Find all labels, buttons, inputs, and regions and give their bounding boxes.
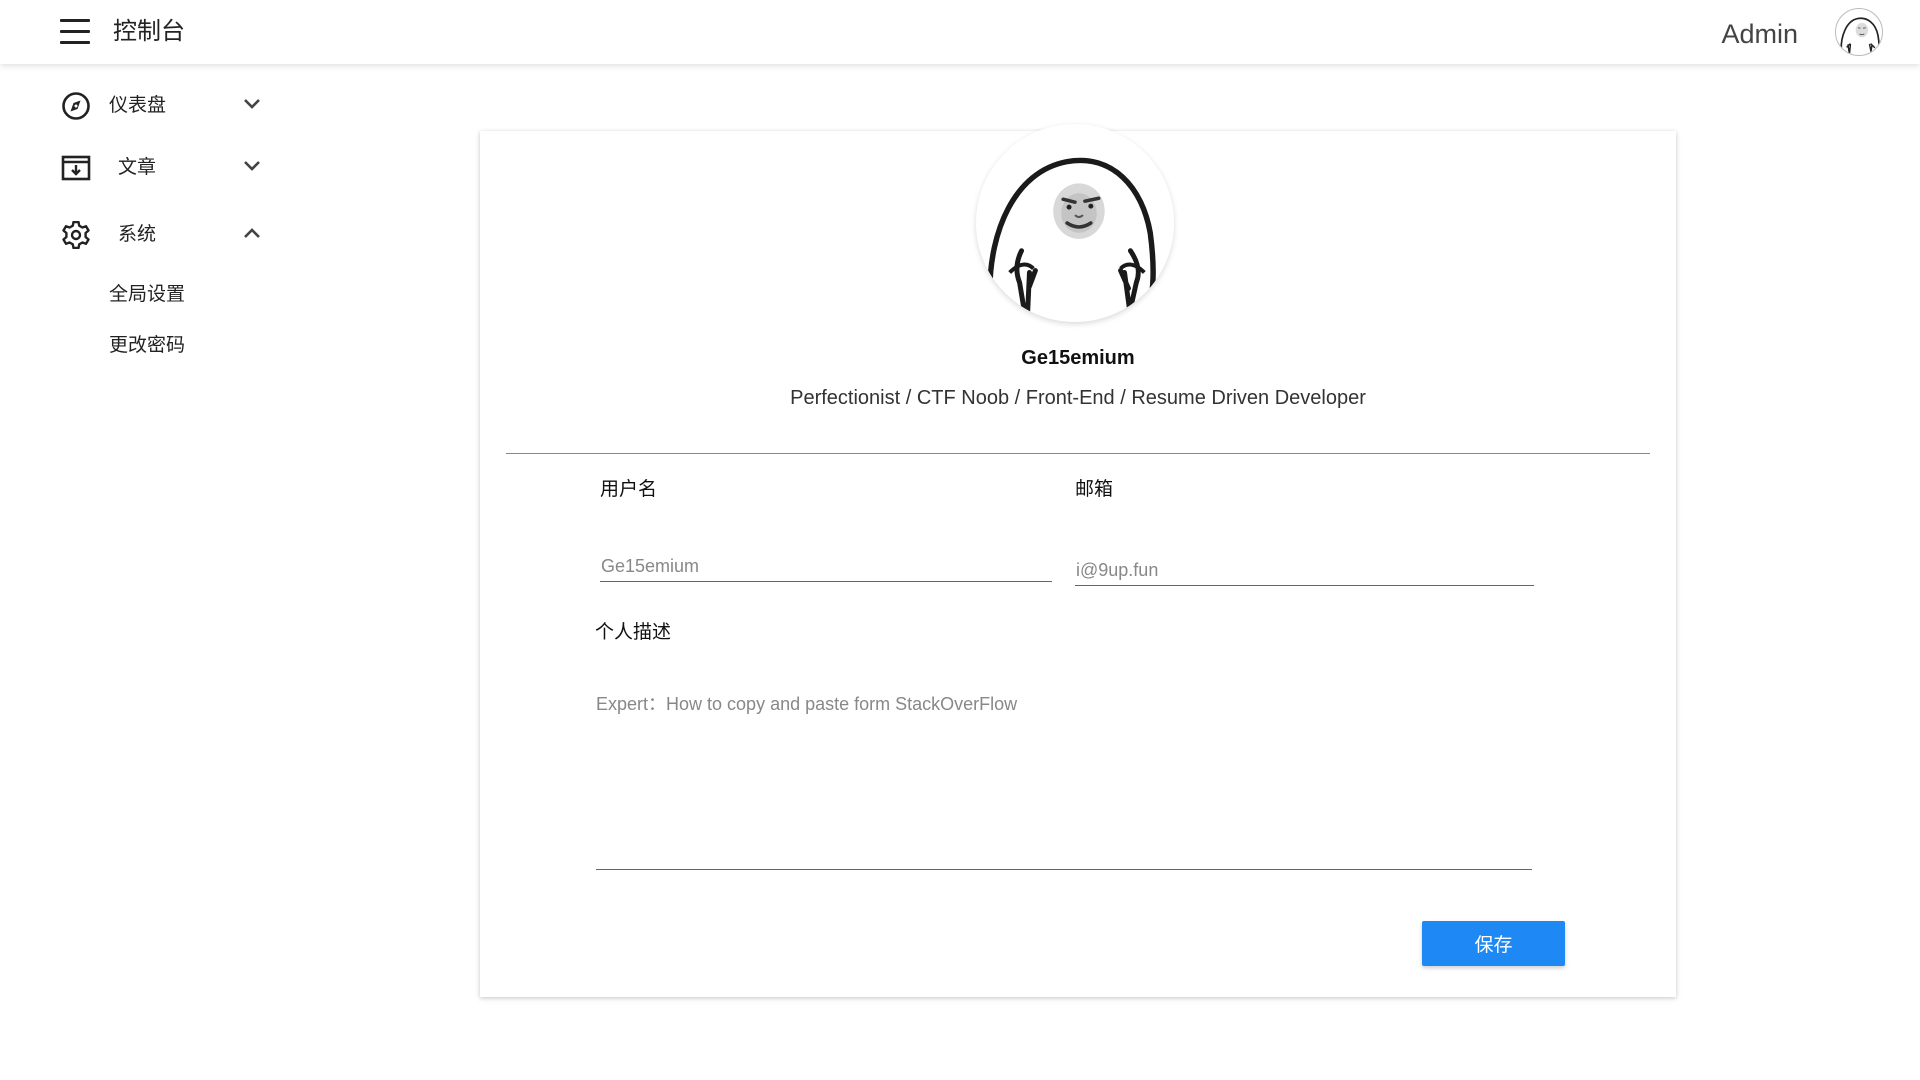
sidebar-item-label: 系统 [118,224,157,245]
email-input[interactable] [1075,556,1534,586]
username-label: 用户名 [600,479,658,500]
sidebar-item-dashboard[interactable]: 仪表盘 [0,80,280,130]
top-app-bar: 控制台 Admin [0,0,1920,64]
meme-avatar-icon [1840,17,1881,55]
description-label: 个人描述 [595,622,672,643]
divider [506,453,1650,454]
username-input[interactable] [600,552,1052,582]
profile-bio: Perfectionist / CTF Noob / Front-End / R… [790,387,1366,409]
user-name: Admin [1721,19,1798,49]
chevron-down-icon [244,161,260,171]
sidebar-item-label: 文章 [118,157,157,178]
sidebar-subitem-global-settings[interactable]: 全局设置 [109,283,185,307]
sidebar-subitem-change-password[interactable]: 更改密码 [109,334,185,358]
email-label: 邮箱 [1075,479,1114,500]
compass-icon [62,92,90,120]
sidebar-item-system[interactable]: 系统 [0,209,280,259]
profile-name: Ge15emium [1021,347,1135,369]
description-textarea[interactable] [596,680,1532,870]
gear-icon [62,221,90,249]
profile-avatar [976,124,1174,322]
save-button[interactable]: 保存 [1422,921,1565,966]
hamburger-menu-icon[interactable] [58,16,92,48]
avatar[interactable] [1835,8,1883,56]
sidebar: 仪表盘 文章 系统 全局设置 更改密码 [0,64,280,1080]
sidebar-item-articles[interactable]: 文章 [0,142,280,192]
sidebar-item-label: 仪表盘 [109,95,167,116]
app-title: 控制台 [113,18,185,45]
meme-avatar-icon [987,157,1156,321]
archive-icon [61,155,91,181]
chevron-down-icon [244,99,260,109]
chevron-up-icon [244,228,260,238]
